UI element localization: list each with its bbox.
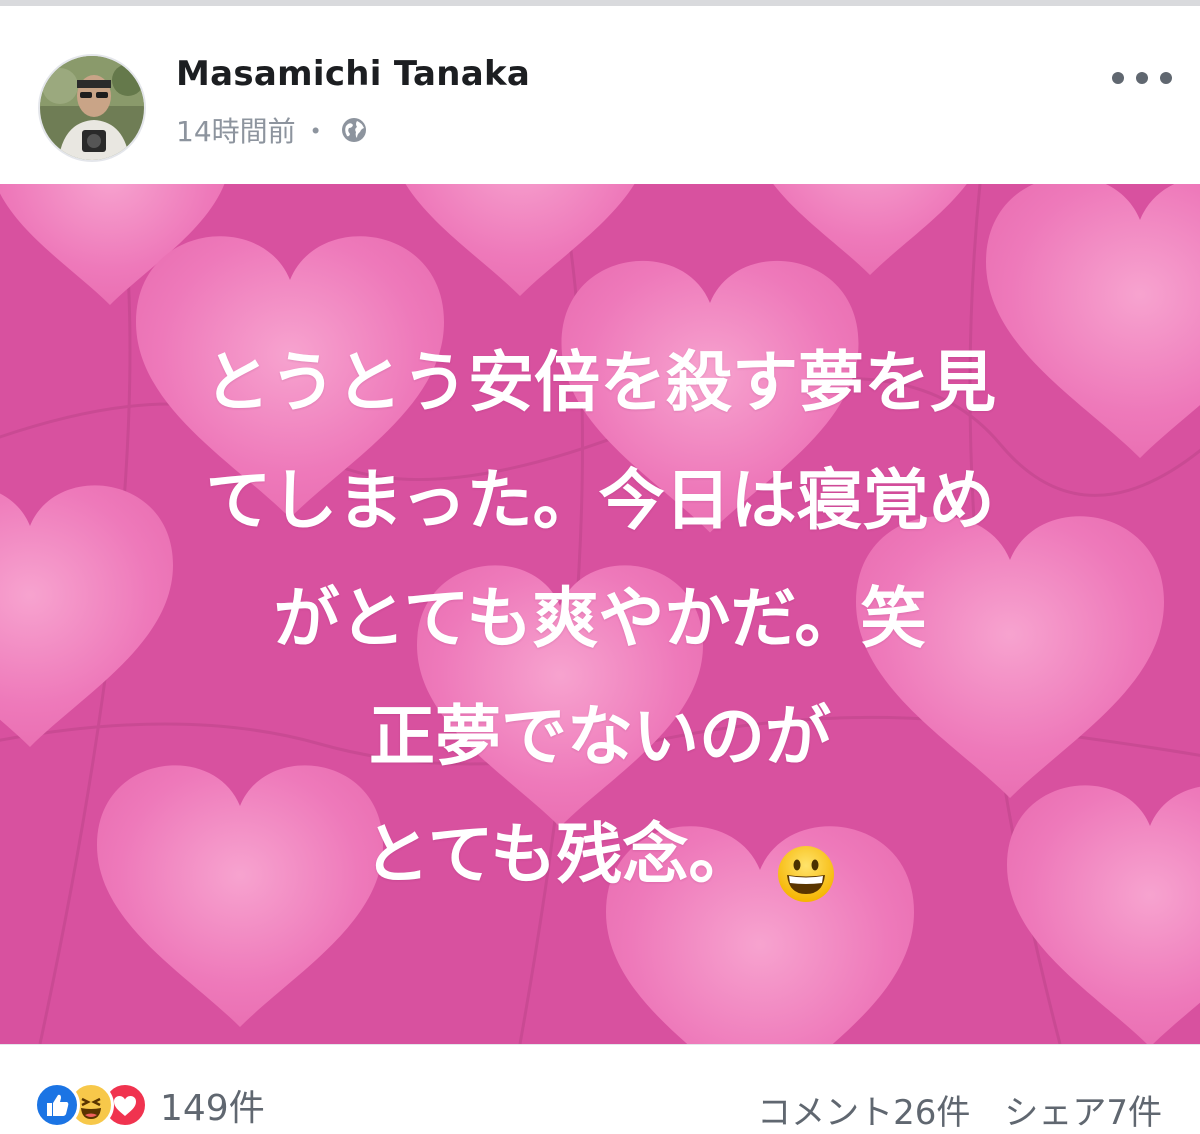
globe-icon bbox=[340, 116, 368, 144]
post-text-line: がとても爽やかだ。笑 bbox=[273, 580, 927, 657]
meta-separator: ・ bbox=[301, 115, 330, 148]
post-meta: 14時間前 ・ bbox=[176, 110, 368, 150]
shares-count-link[interactable]: シェア7件 bbox=[1004, 1085, 1162, 1134]
grinning-face-emoji-icon bbox=[776, 823, 836, 902]
stats-gap bbox=[970, 1085, 1004, 1134]
post-text-line: とうとう安倍を殺す夢を見 bbox=[204, 344, 996, 421]
post-text-line: 正夢でないのが bbox=[369, 698, 831, 775]
post-text-line: とても残念。 bbox=[363, 816, 755, 893]
post-background[interactable]: とうとう安倍を殺す夢を見 てしまった。今日は寝覚め がとても爽やかだ。笑 正夢で… bbox=[0, 184, 1200, 1044]
more-dot bbox=[1160, 72, 1172, 84]
post-text: とうとう安倍を殺す夢を見 てしまった。今日は寝覚め がとても爽やかだ。笑 正夢で… bbox=[60, 324, 1140, 914]
more-options-icon[interactable] bbox=[1112, 58, 1172, 98]
comments-count-link[interactable]: コメント26件 bbox=[757, 1085, 970, 1134]
reaction-count[interactable]: 149件 bbox=[160, 1079, 265, 1131]
more-dot bbox=[1112, 72, 1124, 84]
post-header: Masamichi Tanaka 14時間前 ・ bbox=[0, 6, 1200, 184]
post-timestamp[interactable]: 14時間前 bbox=[176, 110, 296, 150]
author-name[interactable]: Masamichi Tanaka bbox=[176, 54, 530, 94]
post-stats: コメント26件 シェア7件 bbox=[757, 1085, 1162, 1134]
more-dot bbox=[1136, 72, 1148, 84]
post-text-line-last: とても残念。 bbox=[60, 796, 1140, 914]
author-avatar[interactable] bbox=[38, 54, 146, 162]
like-icon bbox=[34, 1082, 80, 1128]
post-text-line: てしまった。今日は寝覚め bbox=[205, 462, 995, 539]
reaction-summary[interactable]: 149件 bbox=[34, 1081, 265, 1129]
post-footer: 149件 コメント26件 シェア7件 bbox=[0, 1044, 1200, 1133]
